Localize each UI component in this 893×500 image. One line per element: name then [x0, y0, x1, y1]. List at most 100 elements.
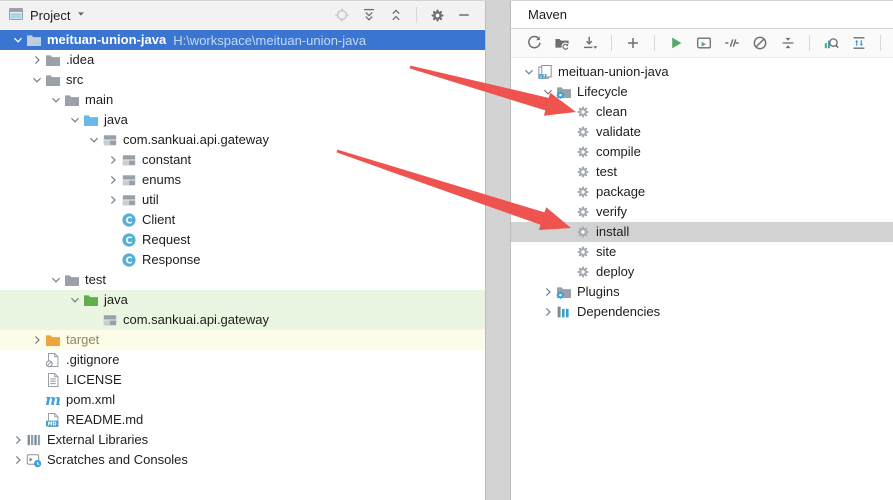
- chevron-right-icon[interactable]: [540, 304, 555, 320]
- folder-gear-icon: [555, 284, 573, 300]
- tree-item[interactable]: CRequest: [0, 230, 485, 250]
- chevron-down-icon[interactable]: [74, 7, 88, 24]
- tree-item[interactable]: util: [0, 190, 485, 210]
- toggle-offline-button[interactable]: [749, 32, 771, 54]
- tree-item[interactable]: Scratches and Consoles: [0, 450, 485, 470]
- tree-item[interactable]: test: [511, 162, 893, 182]
- refresh-maven-button[interactable]: [523, 32, 545, 54]
- folder-grey-icon: [44, 72, 62, 88]
- tree-item[interactable]: External Libraries: [0, 430, 485, 450]
- chevron-right-icon[interactable]: [10, 432, 25, 448]
- maven-tree: mmeituan-union-javaLifecyclecleanvalidat…: [511, 58, 893, 322]
- chevron-right-icon[interactable]: [10, 452, 25, 468]
- tree-item[interactable]: mpom.xml: [0, 390, 485, 410]
- tree-item[interactable]: enums: [0, 170, 485, 190]
- tree-item[interactable]: package: [511, 182, 893, 202]
- tree-item-label: target: [66, 332, 99, 348]
- chevron-right-icon[interactable]: [29, 52, 44, 68]
- tree-item[interactable]: com.sankuai.api.gateway: [0, 310, 485, 330]
- package-icon: [101, 132, 119, 148]
- tree-item[interactable]: java: [0, 290, 485, 310]
- tree-item[interactable]: meituan-union-javaH:\workspace\meituan-u…: [0, 30, 485, 50]
- chevron-right-icon[interactable]: [105, 172, 120, 188]
- tree-item[interactable]: validate: [511, 122, 893, 142]
- download-sources-button[interactable]: [579, 32, 601, 54]
- package-icon: [120, 172, 138, 188]
- tree-item[interactable]: .gitignore: [0, 350, 485, 370]
- chevron-down-icon[interactable]: [48, 92, 63, 108]
- tree-item[interactable]: test: [0, 270, 485, 290]
- chevron-down-icon[interactable]: [540, 84, 555, 100]
- tree-item-label: verify: [596, 204, 627, 220]
- expand-all-button[interactable]: [358, 4, 380, 26]
- folder-blue-icon: [82, 112, 100, 128]
- tree-item-label: test: [85, 272, 106, 288]
- tree-item[interactable]: clean: [511, 102, 893, 122]
- resize-button[interactable]: [848, 32, 870, 54]
- tree-item[interactable]: Plugins: [511, 282, 893, 302]
- tree-item[interactable]: src: [0, 70, 485, 90]
- tree-item-label: src: [66, 72, 83, 88]
- tree-item[interactable]: mmeituan-union-java: [511, 62, 893, 82]
- generate-sources-button[interactable]: [551, 32, 573, 54]
- tree-item[interactable]: MDREADME.md: [0, 410, 485, 430]
- tree-item-label: com.sankuai.api.gateway: [123, 312, 269, 328]
- collapse-goals-button[interactable]: [777, 32, 799, 54]
- add-maven-project-button[interactable]: [622, 32, 644, 54]
- chevron-spacer: [29, 352, 44, 368]
- chevron-right-icon[interactable]: [105, 152, 120, 168]
- tree-item[interactable]: CClient: [0, 210, 485, 230]
- chevron-down-icon[interactable]: [86, 132, 101, 148]
- chevron-right-icon[interactable]: [29, 332, 44, 348]
- tree-item[interactable]: Dependencies: [511, 302, 893, 322]
- tree-item-label: Plugins: [577, 284, 620, 300]
- chevron-down-icon[interactable]: [521, 64, 536, 80]
- panel-splitter[interactable]: [485, 1, 511, 500]
- chevron-down-icon[interactable]: [67, 292, 82, 308]
- collapse-all-button[interactable]: [385, 4, 407, 26]
- tree-item[interactable]: install: [511, 222, 893, 242]
- chevron-spacer: [559, 264, 574, 280]
- tree-item[interactable]: verify: [511, 202, 893, 222]
- analyze-dependencies-button[interactable]: [820, 32, 842, 54]
- tree-item[interactable]: com.sankuai.api.gateway: [0, 130, 485, 150]
- chevron-spacer: [105, 252, 120, 268]
- tree-item-label: .gitignore: [66, 352, 119, 368]
- tree-item[interactable]: CResponse: [0, 250, 485, 270]
- chevron-spacer: [559, 144, 574, 160]
- chevron-spacer: [559, 104, 574, 120]
- tree-item[interactable]: LICENSE: [0, 370, 485, 390]
- chevron-down-icon[interactable]: [48, 272, 63, 288]
- tree-item-label: constant: [142, 152, 191, 168]
- tree-item[interactable]: main: [0, 90, 485, 110]
- tree-item-label: README.md: [66, 412, 143, 428]
- tree-item[interactable]: java: [0, 110, 485, 130]
- run-build-button[interactable]: [665, 32, 687, 54]
- tree-item[interactable]: deploy: [511, 262, 893, 282]
- tree-item[interactable]: Lifecycle: [511, 82, 893, 102]
- project-panel-header: Project: [0, 1, 485, 29]
- toolbar-separator: [611, 35, 612, 51]
- chevron-spacer: [559, 164, 574, 180]
- chevron-right-icon[interactable]: [105, 192, 120, 208]
- tree-item[interactable]: target: [0, 330, 485, 350]
- tree-item[interactable]: constant: [0, 150, 485, 170]
- chevron-down-icon[interactable]: [10, 32, 25, 48]
- settings-button[interactable]: [426, 4, 448, 26]
- tree-item-label: compile: [596, 144, 641, 160]
- hide-button[interactable]: [453, 4, 475, 26]
- class-icon: C: [120, 232, 138, 248]
- chevron-down-icon[interactable]: [67, 112, 82, 128]
- panel-title: Project: [30, 8, 70, 23]
- chevron-down-icon[interactable]: [29, 72, 44, 88]
- gear-goal-icon: [574, 204, 592, 220]
- tree-item[interactable]: .idea: [0, 50, 485, 70]
- tree-item-label: java: [104, 292, 128, 308]
- skip-tests-button[interactable]: [721, 32, 743, 54]
- tree-item[interactable]: site: [511, 242, 893, 262]
- toolbar-separator: [654, 35, 655, 51]
- chevron-right-icon[interactable]: [540, 284, 555, 300]
- tree-item[interactable]: compile: [511, 142, 893, 162]
- run-configuration-button[interactable]: [693, 32, 715, 54]
- tree-item-label: install: [596, 224, 629, 240]
